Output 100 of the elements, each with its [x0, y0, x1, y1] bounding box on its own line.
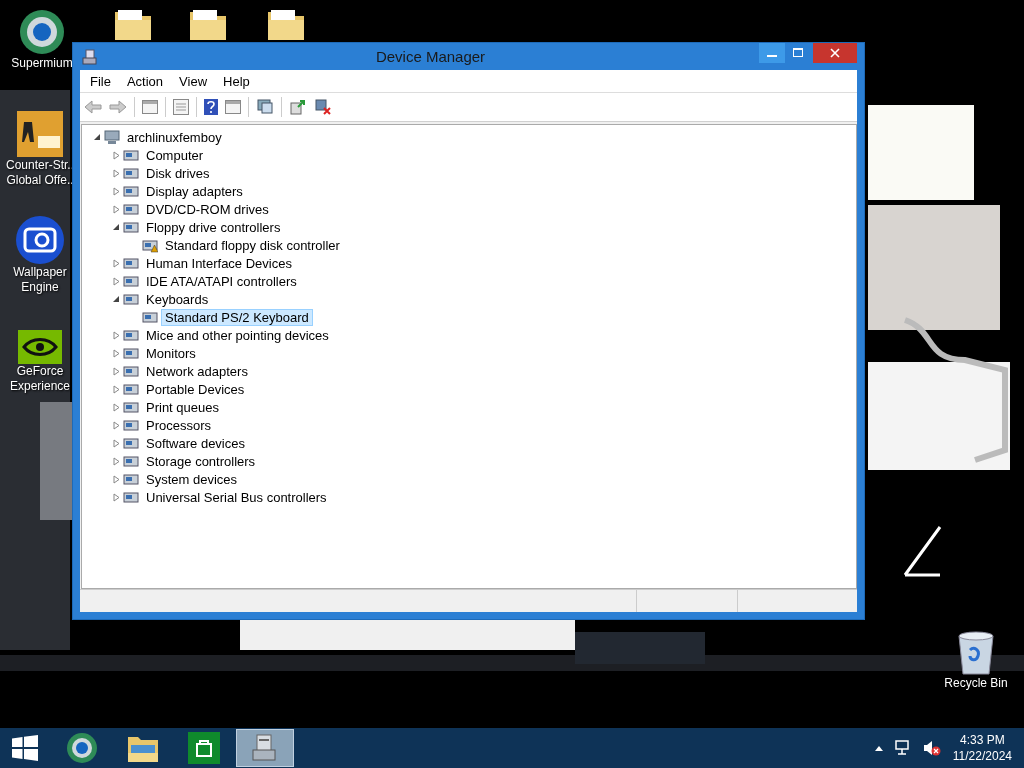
start-icon[interactable] [12, 735, 38, 761]
expand-arrow-icon[interactable] [112, 402, 120, 412]
expand-arrow-icon[interactable] [112, 168, 120, 178]
expand-arrow-icon[interactable] [112, 186, 120, 196]
device-icon [123, 363, 139, 379]
device-icon [123, 435, 139, 451]
scan-computer-icon[interactable] [256, 99, 274, 115]
device-icon [123, 273, 139, 289]
tree-item[interactable]: Standard PS/2 Keyboard [161, 308, 313, 326]
panel-icon[interactable] [142, 100, 158, 114]
device-icon [123, 381, 139, 397]
tree-item[interactable]: IDE ATA/ATAPI controllers [142, 272, 301, 290]
expand-arrow-icon[interactable] [112, 492, 120, 502]
device-icon [123, 489, 139, 505]
tree-item[interactable]: Human Interface Devices [142, 254, 296, 272]
recycle-bin-icon[interactable] [956, 630, 996, 676]
tree-item[interactable]: Standard floppy disk controller [161, 236, 344, 254]
clock-date: 11/22/2024 [952, 748, 1012, 764]
update-driver-icon[interactable] [289, 99, 307, 115]
help-icon[interactable] [204, 99, 218, 115]
icon-label: Counter-Str.. [6, 158, 74, 173]
expand-arrow-icon[interactable] [112, 438, 120, 448]
close-button[interactable] [813, 43, 857, 63]
device-icon [123, 345, 139, 361]
network-icon[interactable] [894, 740, 911, 756]
browser-icon [66, 732, 98, 764]
device-icon [123, 165, 139, 181]
device-icon [123, 183, 139, 199]
tree-item[interactable]: Network adapters [142, 362, 252, 380]
eye-logo-icon[interactable] [18, 330, 62, 364]
speaker-muted-icon[interactable] [922, 740, 941, 756]
game-icon[interactable] [16, 110, 64, 158]
icon-label: Wallpaper [13, 265, 67, 280]
close-icon [830, 48, 840, 58]
icon-label: Recycle Bin [944, 676, 1008, 691]
expand-arrow-icon[interactable] [112, 474, 120, 484]
device-icon [123, 255, 139, 271]
device-icon [123, 327, 139, 343]
chevron-up-icon[interactable] [874, 745, 883, 751]
device-icon [123, 453, 139, 469]
minimize-button[interactable] [759, 43, 785, 63]
clock-time: 4:33 PM [960, 732, 1005, 748]
gear-icon[interactable] [15, 215, 65, 265]
collapse-arrow-icon[interactable] [93, 133, 101, 141]
device-icon [123, 399, 139, 415]
device-icon [123, 201, 139, 217]
expand-arrow-icon[interactable] [112, 276, 120, 286]
list-icon[interactable] [173, 99, 189, 115]
device-icon [123, 417, 139, 433]
device-icon [123, 147, 139, 163]
tree-item[interactable]: Monitors [142, 344, 200, 362]
expand-arrow-icon[interactable] [112, 150, 120, 160]
expand-arrow-icon[interactable] [112, 366, 120, 376]
tree-item[interactable]: Portable Devices [142, 380, 249, 398]
tree-item[interactable]: Floppy drive controllers [142, 218, 285, 236]
expand-arrow-icon[interactable] [112, 204, 120, 214]
expand-arrow-icon[interactable] [112, 258, 120, 268]
icon-label: Experience [9, 379, 70, 394]
tree-item[interactable]: Mice and other pointing devices [142, 326, 333, 344]
collapse-arrow-icon[interactable] [112, 295, 120, 303]
store-bag-icon [188, 732, 220, 764]
device-icon [123, 219, 139, 235]
expand-arrow-icon[interactable] [112, 384, 120, 394]
device-icon [123, 291, 139, 307]
menu-item[interactable]: View [171, 73, 216, 89]
minimize-icon [767, 55, 777, 57]
menu-item[interactable]: File [82, 73, 119, 89]
tree-item[interactable]: Disk drives [142, 164, 214, 182]
icon-label: Global Offe.. [6, 173, 74, 188]
tree-item[interactable]: Storage controllers [142, 452, 260, 470]
tree-item[interactable]: Print queues [142, 398, 223, 416]
collapse-arrow-icon[interactable] [112, 223, 120, 231]
tree-item[interactable]: Computer [142, 146, 208, 164]
back-arrow-icon[interactable] [84, 100, 102, 114]
tree-item[interactable]: archlinuxfemboy [123, 128, 226, 146]
tree-item[interactable]: System devices [142, 470, 242, 488]
device-icon [123, 471, 139, 487]
tree-item[interactable]: Display adapters [142, 182, 247, 200]
remove-device-icon[interactable] [314, 99, 332, 115]
maximize-icon [793, 48, 803, 58]
panel-icon[interactable] [225, 100, 241, 114]
expand-arrow-icon[interactable] [112, 420, 120, 430]
icon-label: GeForce [16, 364, 64, 379]
menu-item[interactable]: Help [215, 73, 258, 89]
browser-icon[interactable] [18, 8, 66, 56]
expand-arrow-icon[interactable] [112, 330, 120, 340]
tree-item[interactable]: DVD/CD-ROM drives [142, 200, 273, 218]
tree-item[interactable]: Software devices [142, 434, 249, 452]
window-title: Device Manager [374, 48, 487, 65]
device-manager-icon [82, 48, 98, 65]
forward-arrow-icon[interactable] [109, 100, 127, 114]
expand-arrow-icon[interactable] [112, 456, 120, 466]
tree-item[interactable]: Keyboards [142, 290, 213, 308]
icon-label: Engine [21, 280, 59, 295]
menu-item[interactable]: Action [118, 73, 172, 89]
computer-icon [104, 129, 120, 145]
tree-item[interactable]: Universal Serial Bus controllers [142, 488, 331, 506]
icon-label: Supermium [11, 56, 73, 71]
tree-item[interactable]: Processors [142, 416, 216, 434]
expand-arrow-icon[interactable] [112, 348, 120, 358]
